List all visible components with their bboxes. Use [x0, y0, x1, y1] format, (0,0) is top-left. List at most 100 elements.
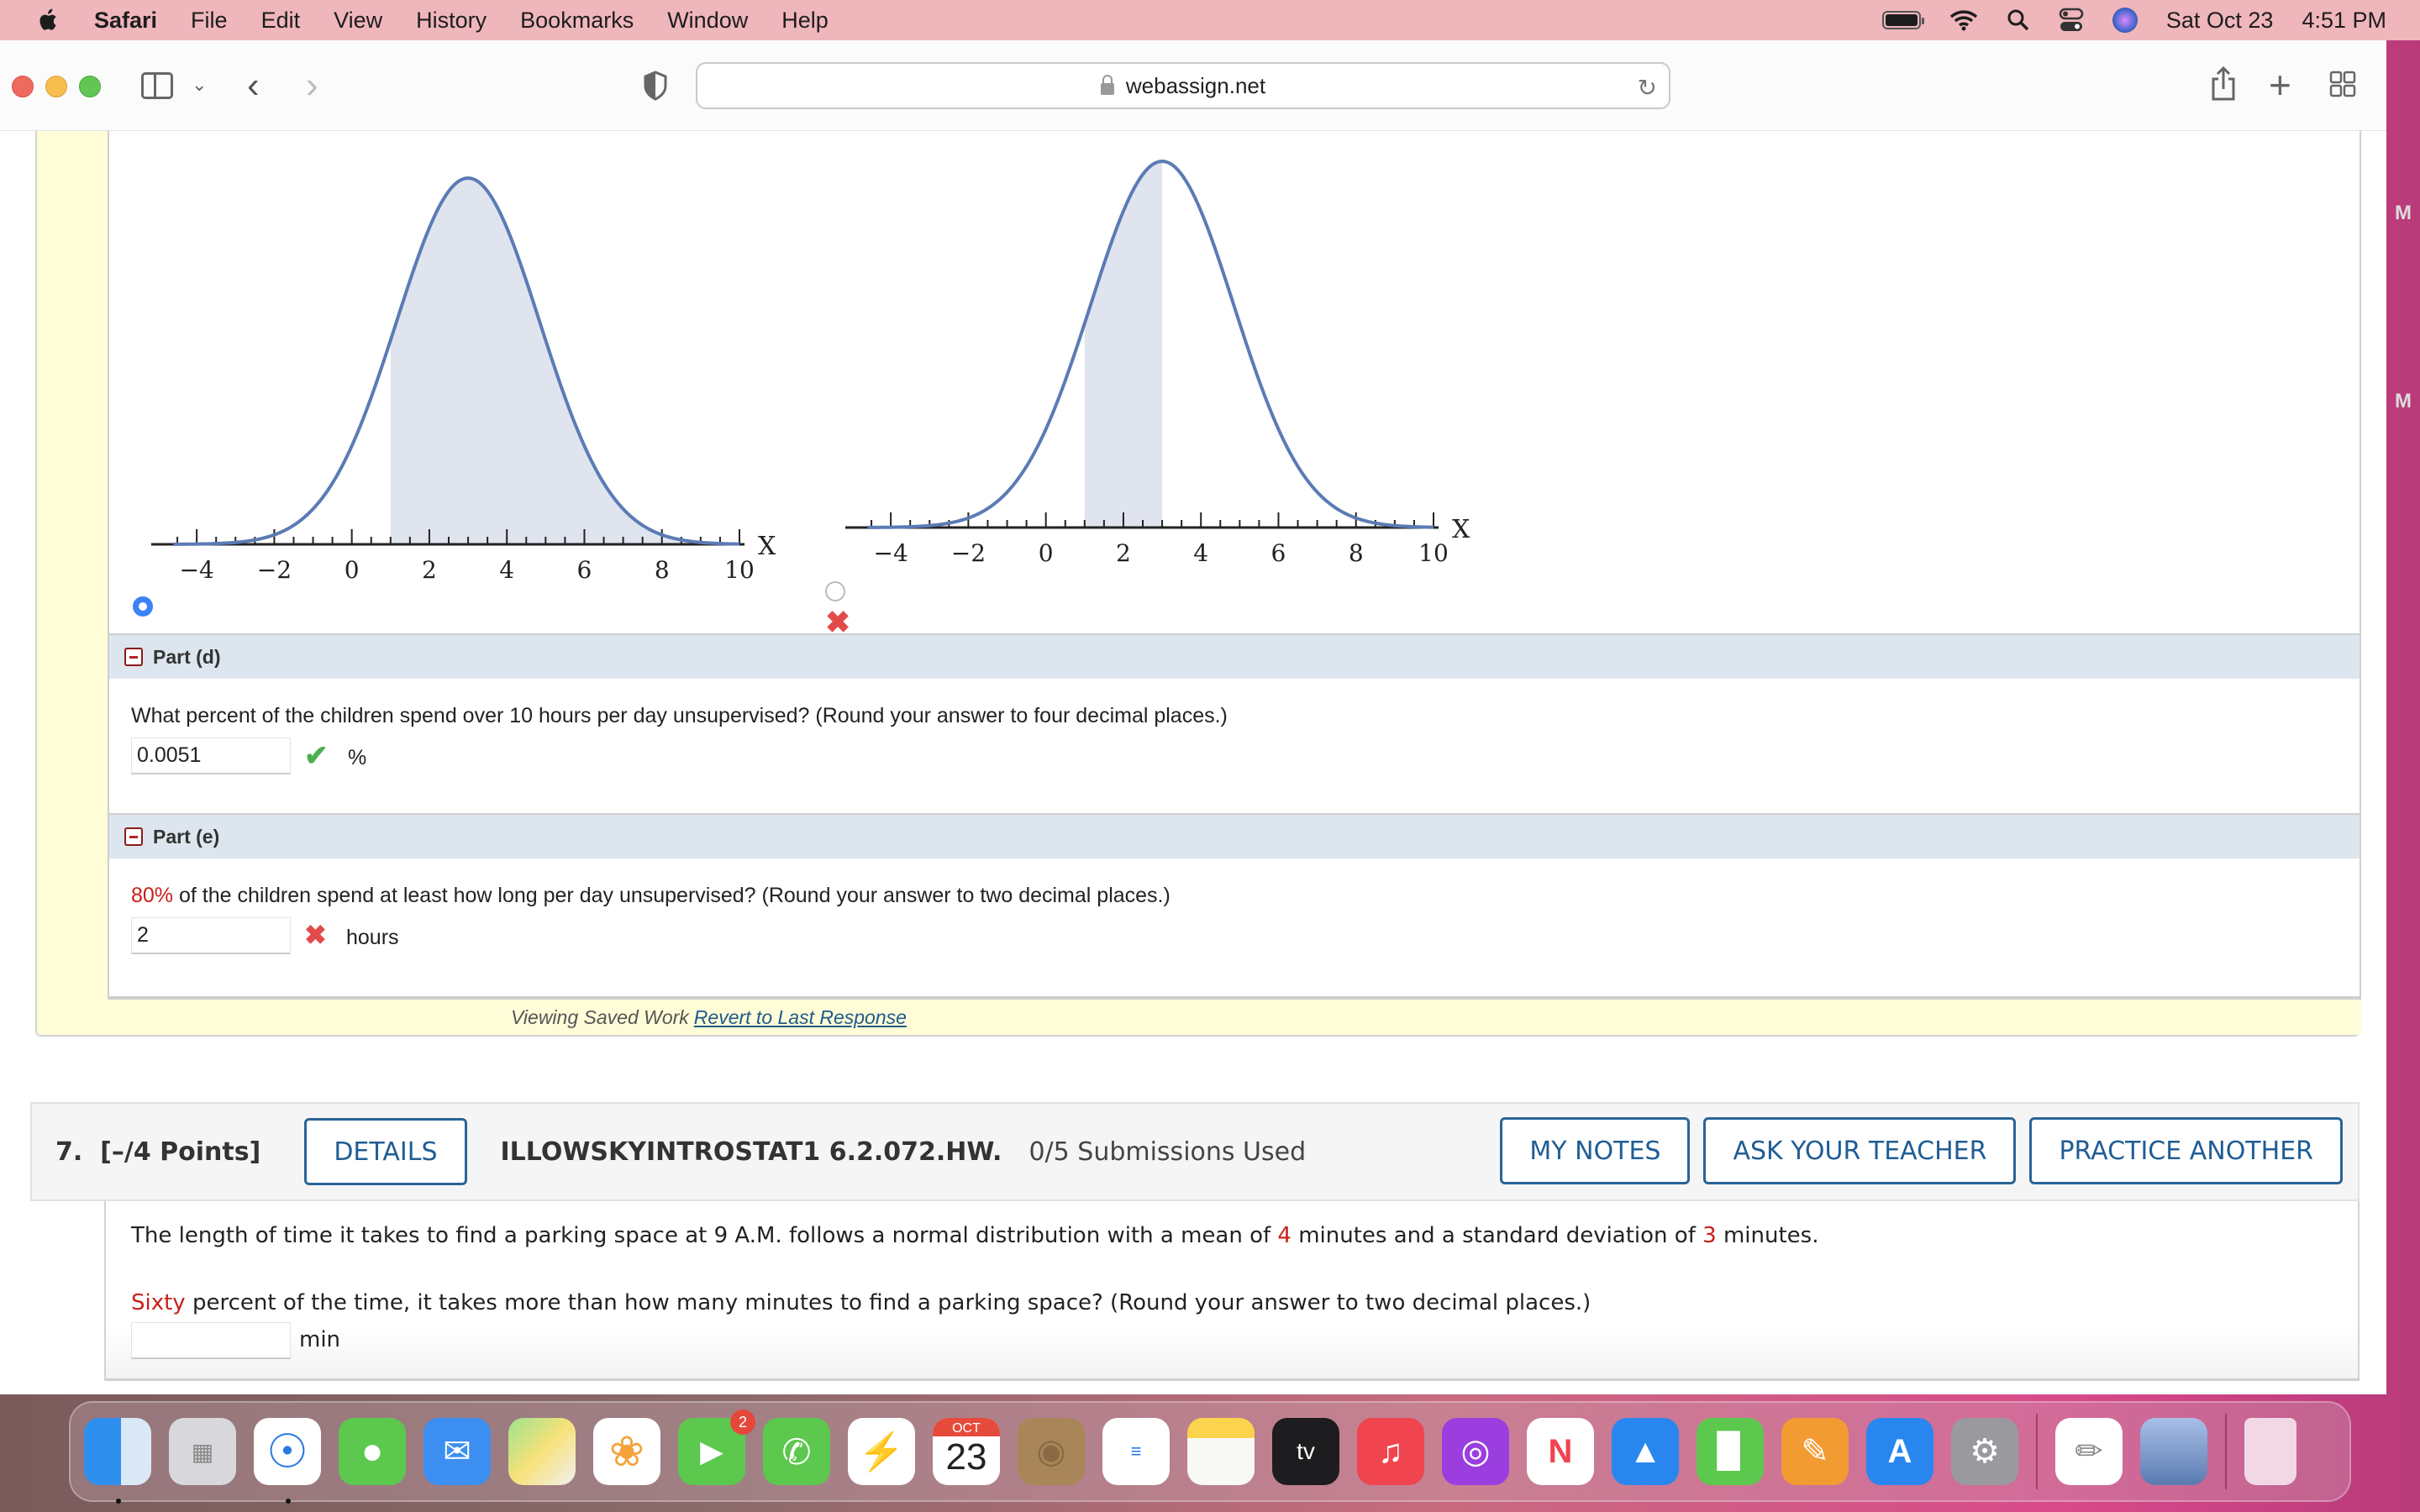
dock-finder-icon[interactable] [84, 1418, 151, 1504]
menu-file[interactable]: File [191, 8, 228, 34]
question-7-code: ILLOWSKYINTROSTAT1 6.2.072.HW. [500, 1137, 1002, 1167]
dock-pages-icon[interactable]: ✎ [1781, 1418, 1849, 1485]
part-e-unit: hours [346, 926, 399, 949]
dock-safari-icon[interactable]: ☉ [254, 1418, 321, 1504]
x-tick-label: 4 [1193, 539, 1208, 563]
menu-app-name[interactable]: Safari [94, 8, 157, 34]
question-6-parts: −4 −2 0 2 4 6 8 10 X −4 −2 0 2 4 6 8 10 X ✖ Part (d) Wha… [108, 131, 2361, 998]
dock: ▦ ☉ ● ✉ ❀ ▶ 2 ✆ ⚡ OCT 23 ◉ ≡ tv ♫ ◎ N ▲ ▉… [69, 1401, 2351, 1504]
menu-window[interactable]: Window [667, 8, 748, 34]
zoom-window-button[interactable] [79, 76, 101, 97]
dock-app-store-icon[interactable]: A [1866, 1418, 1933, 1485]
revert-to-last-response-link[interactable]: Revert to Last Response [694, 1006, 907, 1029]
x-tick-label: 0 [1039, 539, 1054, 563]
dock-contacts-icon[interactable]: ◉ [1018, 1418, 1085, 1485]
dock-podcasts-icon[interactable]: ◎ [1442, 1418, 1509, 1485]
control-center-icon[interactable] [2059, 8, 2084, 33]
correct-check-icon: ✔ [304, 740, 329, 772]
dock-facetime-icon[interactable]: ▶ 2 [678, 1410, 755, 1485]
url-text: webassign.net [1125, 72, 1266, 98]
dock-trash-icon[interactable] [2244, 1418, 2296, 1485]
dock-launchpad-icon[interactable]: ▦ [169, 1418, 236, 1485]
question-7-answer-input[interactable] [131, 1322, 291, 1359]
ask-your-teacher-button[interactable]: ASK YOUR TEACHER [1703, 1117, 2017, 1184]
battery-icon[interactable] [1881, 11, 1924, 29]
apple-menu-icon[interactable] [37, 6, 60, 34]
new-tab-plus-icon[interactable]: + [2269, 66, 2291, 104]
dock-textedit-icon[interactable]: ✏ [2055, 1418, 2123, 1485]
reload-icon[interactable]: ↻ [1638, 74, 1657, 102]
question-7-body: The length of time it takes to find a pa… [104, 1201, 2360, 1381]
dock-preview-icon[interactable] [2140, 1418, 2207, 1485]
dock-messenger-icon[interactable]: ⚡ [848, 1418, 915, 1485]
question-7-part-question: Sixty percent of the time, it takes more… [131, 1290, 1591, 1315]
dock-mail-icon[interactable]: ✉ [424, 1418, 491, 1485]
dock-reminders-icon[interactable]: ≡ [1102, 1418, 1170, 1485]
x-tick-label: 8 [1349, 539, 1364, 563]
x-tick-label: 4 [499, 556, 514, 580]
dock-photos-icon[interactable]: ❀ [593, 1418, 660, 1485]
close-window-button[interactable] [12, 76, 34, 97]
part-e-header[interactable]: Part (e) [109, 813, 2360, 858]
collapse-minus-icon[interactable] [124, 827, 143, 846]
menu-help[interactable]: Help [781, 8, 829, 34]
menu-edit[interactable]: Edit [261, 8, 301, 34]
dock-numbers-icon[interactable]: ▉ [1697, 1418, 1764, 1485]
shaded-region [1084, 161, 1163, 528]
sidebar-toggle-icon[interactable] [141, 72, 173, 99]
tab-overview-icon[interactable] [2329, 71, 2356, 97]
dock-music-icon[interactable]: ♫ [1357, 1418, 1424, 1485]
privacy-shield-icon[interactable] [644, 71, 667, 101]
chevron-down-icon[interactable]: ⌄ [192, 76, 207, 94]
part-d-header[interactable]: Part (d) [109, 633, 2360, 679]
part-d-label: Part (d) [153, 645, 221, 668]
dock-apple-tv-icon[interactable]: tv [1272, 1418, 1339, 1485]
dock-keynote-icon[interactable]: ▲ [1612, 1418, 1679, 1485]
mean-value: 4 [1277, 1223, 1292, 1248]
x-tick-label: 6 [1271, 539, 1286, 563]
dock-messages-icon[interactable]: ● [339, 1418, 406, 1485]
dock-whatsapp-icon[interactable]: ✆ [763, 1418, 830, 1485]
shaded-region [390, 178, 739, 544]
details-button[interactable]: DETAILS [304, 1118, 467, 1185]
forward-arrow-icon[interactable]: › [306, 67, 318, 104]
normal-curve-graph-option-1: −4 −2 0 2 4 6 8 10X [151, 176, 776, 580]
menu-history[interactable]: History [416, 8, 487, 34]
back-arrow-icon[interactable]: ‹ [247, 67, 260, 104]
x-tick-label: 2 [1116, 539, 1131, 563]
my-notes-button[interactable]: MY NOTES [1500, 1117, 1691, 1184]
submissions-used: 0/5 Submissions Used [1028, 1137, 1307, 1167]
dock-notes-icon[interactable] [1187, 1418, 1255, 1485]
safari-window: ⌄ ‹ › webassign.net ↻ + −4 −2 0 2 4 6 8 10 X −4−… [0, 40, 2386, 1394]
window-controls [12, 76, 101, 97]
graph-option-2-radio[interactable] [825, 581, 845, 601]
menu-bookmarks[interactable]: Bookmarks [520, 8, 634, 34]
dock-maps-icon[interactable] [508, 1418, 576, 1485]
x-tick-label: 0 [345, 556, 360, 580]
minimize-window-button[interactable] [45, 76, 67, 97]
dock-system-preferences-icon[interactable]: ⚙ [1951, 1418, 2018, 1485]
menu-time[interactable]: 4:51 PM [2302, 8, 2386, 34]
lock-icon [1100, 75, 1114, 95]
collapse-minus-icon[interactable] [124, 648, 143, 666]
x-tick-label: 10 [724, 556, 755, 580]
browser-toolbar: ⌄ ‹ › webassign.net ↻ + [0, 40, 2386, 131]
part-e-answer-input[interactable]: 2 [131, 917, 291, 954]
menu-date[interactable]: Sat Oct 23 [2166, 8, 2274, 34]
graph-option-1-radio[interactable] [133, 596, 153, 617]
wifi-icon[interactable] [1949, 9, 1978, 31]
dock-calendar-icon[interactable]: OCT 23 [933, 1418, 1000, 1485]
dock-news-icon[interactable]: N [1527, 1418, 1594, 1485]
siri-icon[interactable] [2112, 8, 2138, 33]
part-e-question-text: of the children spend at least how long … [173, 884, 1171, 907]
sixty-highlight: Sixty [131, 1290, 186, 1315]
part-d-answer-input[interactable]: 0.0051 [131, 738, 291, 774]
background-desktop-text: M [2395, 390, 2412, 412]
spotlight-search-icon[interactable] [2007, 8, 2030, 32]
share-icon[interactable] [2210, 66, 2237, 101]
menu-view[interactable]: View [334, 8, 382, 34]
facetime-badge: 2 [730, 1410, 755, 1435]
address-bar[interactable]: webassign.net ↻ [696, 62, 1670, 109]
x-tick-label: −4 [873, 539, 908, 563]
practice-another-button[interactable]: PRACTICE ANOTHER [2029, 1117, 2343, 1184]
